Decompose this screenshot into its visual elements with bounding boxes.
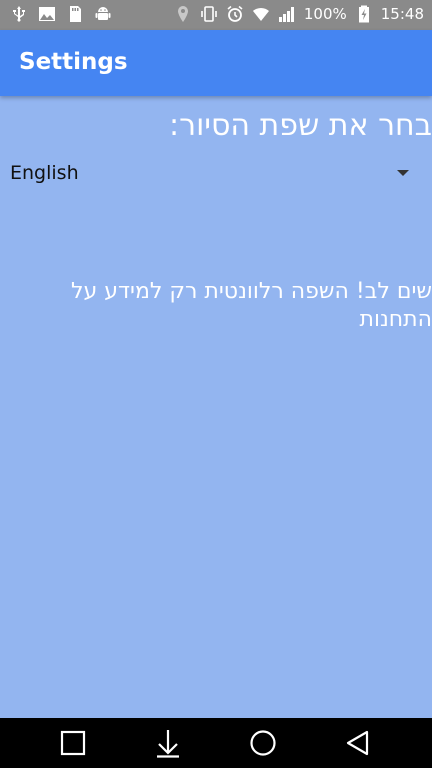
language-selected-value: English (10, 162, 79, 184)
navigation-bar (0, 718, 432, 768)
signal-icon (278, 5, 296, 23)
battery-percent: 100% (303, 5, 347, 23)
language-dropdown[interactable]: English (0, 154, 432, 192)
android-icon (94, 5, 112, 23)
status-time: 15:48 (380, 5, 424, 23)
status-left-icons (10, 5, 112, 23)
status-bar: 100% 15:48 (0, 0, 432, 30)
location-icon (174, 5, 192, 23)
download-icon[interactable] (153, 728, 183, 758)
usb-icon (10, 5, 28, 23)
dropdown-arrow-icon (397, 170, 409, 176)
vibrate-icon (200, 5, 218, 23)
wifi-icon (252, 5, 270, 23)
back-icon[interactable] (343, 728, 373, 758)
language-prompt: בחר את שפת הסיור: (169, 108, 432, 143)
app-bar: Settings (0, 30, 432, 96)
language-note: שים לב! השפה רלוונטית רק למידע על התחנות (71, 279, 432, 332)
recent-apps-icon[interactable] (58, 728, 88, 758)
alarm-icon (226, 5, 244, 23)
status-right-icons: 100% 15:48 (174, 5, 424, 23)
battery-charging-icon (355, 5, 373, 23)
home-icon[interactable] (248, 728, 278, 758)
image-icon (38, 5, 56, 23)
page-title: Settings (19, 49, 128, 75)
sd-card-icon (66, 5, 84, 23)
